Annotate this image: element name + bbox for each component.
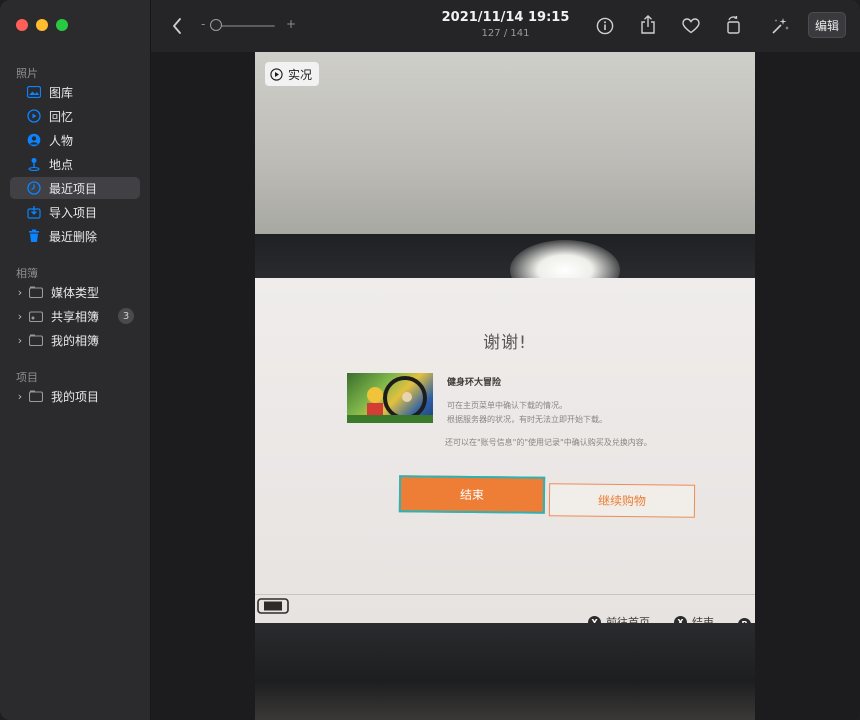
heart-icon	[682, 18, 700, 34]
screen-footer-divider	[255, 594, 755, 595]
photos-window: 照片 图库 回忆 人物 地点 最近项目 导入项目 最近删除 相簿 › 媒体类型 …	[0, 0, 860, 720]
sidebar-item-people[interactable]: 人物	[10, 129, 140, 151]
sidebar-item-label: 人物	[49, 133, 74, 148]
screen-continue-shopping-button: 继续购物	[548, 483, 696, 518]
places-icon	[26, 156, 42, 172]
sidebar-item-label: 回忆	[49, 109, 74, 124]
sidebar-item-library[interactable]: 图库	[10, 81, 140, 103]
folder-icon	[28, 332, 44, 348]
sidebar-item-label: 地点	[49, 157, 74, 172]
sidebar-item-label: 最近删除	[49, 229, 98, 244]
photo-tv-screen: 谢谢! 健身环大冒险 可在主页菜单中确认下载的情况。 根据服务器的状况，有时无法…	[255, 278, 755, 631]
rotate-button[interactable]	[723, 13, 745, 37]
chevron-right-icon[interactable]: ›	[15, 284, 25, 300]
close-window-button[interactable]	[16, 19, 28, 31]
sidebar-item-my-projects[interactable]: › 我的项目	[10, 385, 140, 407]
photo-tv-bezel	[255, 234, 755, 282]
photo-viewer: 谢谢! 健身环大冒险 可在主页菜单中确认下载的情况。 根据服务器的状况，有时无法…	[151, 52, 860, 720]
sidebar-item-recently-deleted[interactable]: 最近删除	[10, 225, 140, 247]
sidebar-item-label: 导入项目	[49, 205, 98, 220]
memories-icon	[26, 108, 42, 124]
import-icon	[26, 204, 42, 220]
minimize-window-button[interactable]	[36, 19, 48, 31]
photo-count: 127 / 141	[481, 28, 530, 39]
chevron-right-icon[interactable]: ›	[15, 388, 25, 404]
count-badge: 3	[118, 308, 134, 324]
info-text-line: 还可以在"账号信息"的"使用记录"中确认购买及兑换内容。	[445, 438, 652, 447]
sidebar-item-recents[interactable]: 最近项目	[10, 177, 140, 199]
sidebar-item-label: 共享相簿	[51, 309, 100, 324]
photo-background-wall	[255, 52, 755, 234]
sidebar-item-places[interactable]: 地点	[10, 153, 140, 175]
edit-button[interactable]: 编辑	[808, 12, 846, 38]
live-photo-badge[interactable]: 实况	[265, 62, 320, 86]
magic-wand-icon	[772, 18, 789, 34]
info-text-line: 根据服务器的状况，有时无法立即开始下载。	[447, 415, 607, 424]
sidebar-item-label: 最近项目	[49, 181, 98, 196]
photo[interactable]: 谢谢! 健身环大冒险 可在主页菜单中确认下载的情况。 根据服务器的状况，有时无法…	[255, 52, 755, 720]
recents-icon	[26, 180, 42, 196]
share-icon	[641, 15, 655, 34]
favorite-button[interactable]	[680, 15, 702, 37]
game-thumbnail	[347, 373, 433, 423]
folder-icon	[28, 284, 44, 300]
info-button[interactable]	[594, 15, 616, 37]
photo-date: 2021/11/14 19:15	[441, 10, 570, 25]
sidebar-item-my-albums[interactable]: › 我的相簿	[10, 329, 140, 351]
people-icon	[26, 132, 42, 148]
section-title-projects: 项目	[16, 371, 38, 384]
section-title-photos: 照片	[16, 67, 38, 80]
auto-enhance-button[interactable]	[768, 14, 792, 38]
sidebar-item-label: 我的相簿	[51, 333, 100, 348]
chevron-right-icon[interactable]: ›	[15, 332, 25, 348]
live-photo-label: 实况	[288, 67, 313, 82]
sidebar-item-memories[interactable]: 回忆	[10, 105, 140, 127]
shared-folder-icon	[28, 308, 44, 324]
folder-icon	[28, 388, 44, 404]
game-name: 健身环大冒险	[447, 378, 502, 388]
info-icon	[596, 17, 614, 35]
sidebar-item-label: 我的项目	[51, 389, 100, 404]
photo-tv-bezel-bottom	[255, 623, 755, 720]
toolbar: - + 2021/11/14 19:15 127 / 141 编辑	[151, 0, 860, 52]
zoom-slider[interactable]	[213, 25, 275, 27]
sidebar-item-media-types[interactable]: › 媒体类型	[10, 281, 140, 303]
live-photo-play-icon	[270, 67, 283, 81]
chevron-right-icon[interactable]: ›	[15, 308, 25, 324]
sidebar: 照片 图库 回忆 人物 地点 最近项目 导入项目 最近删除 相簿 › 媒体类型 …	[0, 0, 151, 720]
rotate-icon	[727, 16, 740, 34]
sidebar-item-imports[interactable]: 导入项目	[10, 201, 140, 223]
switch-console-icon	[257, 598, 289, 614]
fullscreen-window-button[interactable]	[56, 19, 68, 31]
info-text-line: 可在主页菜单中确认下载的情况。	[447, 401, 567, 410]
share-button[interactable]	[637, 13, 659, 37]
sidebar-item-label: 媒体类型	[51, 285, 100, 300]
screen-end-button: 结束	[398, 475, 546, 514]
trash-icon	[26, 228, 42, 244]
sidebar-item-shared-albums[interactable]: › 共享相簿 3	[10, 305, 140, 327]
sidebar-item-label: 图库	[49, 85, 74, 100]
window-controls	[16, 19, 68, 31]
section-title-albums: 相簿	[16, 267, 38, 280]
screen-title: 谢谢!	[483, 333, 527, 353]
photo-library-icon	[26, 84, 42, 100]
